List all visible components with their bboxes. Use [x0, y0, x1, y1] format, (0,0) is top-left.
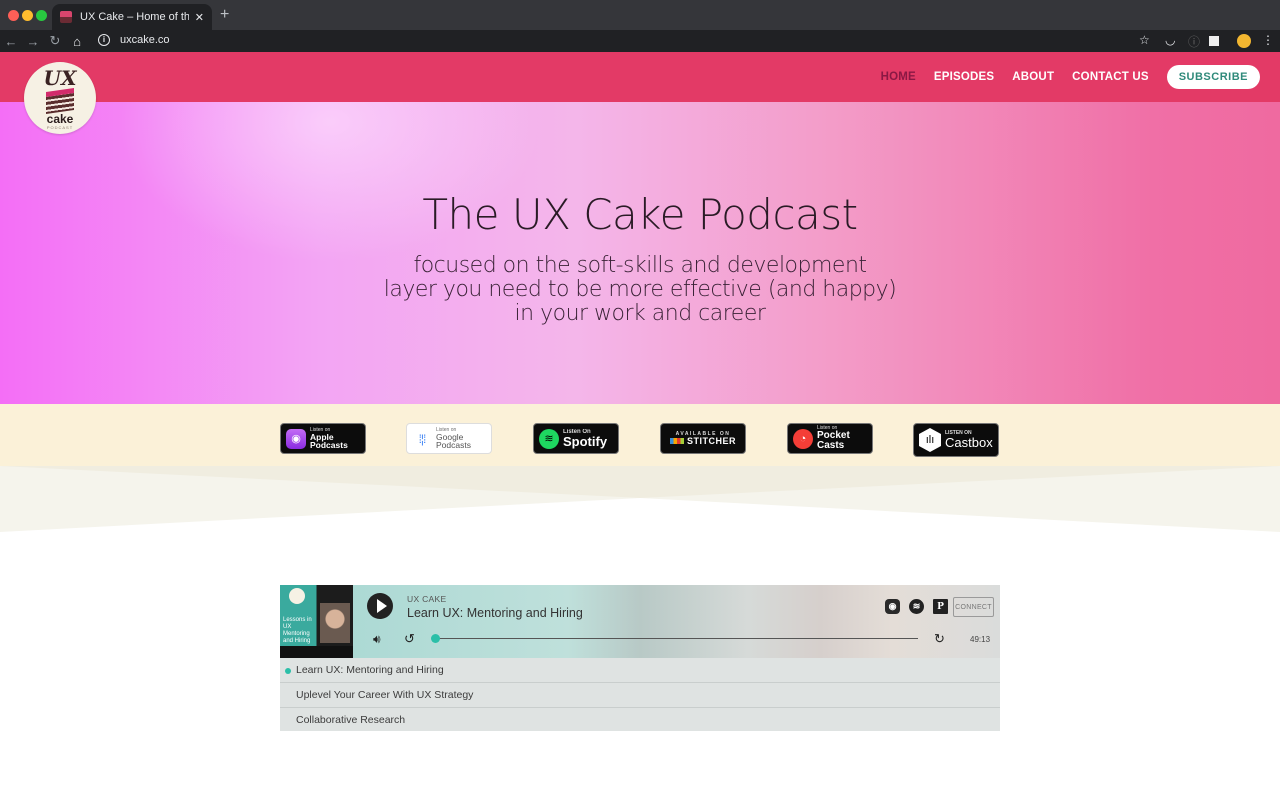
bookmark-star-icon[interactable]: ☆	[1139, 33, 1150, 47]
cover-caption-bar	[280, 646, 353, 658]
google-podcasts-icon: ⁞¦⁞	[418, 431, 427, 446]
hero: The UX Cake Podcast focused on the soft-…	[0, 102, 1280, 404]
main-nav: HOME EPISODES ABOUT CONTACT US SUBSCRIBE	[863, 65, 1260, 89]
cake-slice-icon	[46, 88, 74, 114]
now-playing-indicator	[285, 668, 291, 674]
cover-photo	[320, 603, 350, 643]
stitcher-badge[interactable]: AVAILABLE ON STITCHER	[660, 423, 746, 454]
logo-text-ux: UX	[43, 66, 77, 90]
stitcher-icon	[670, 438, 684, 444]
nav-episodes[interactable]: EPISODES	[934, 71, 994, 83]
hero-subtitle: focused on the soft-skills and developme…	[0, 254, 1280, 326]
badge-caption: Listen on	[310, 426, 331, 433]
nav-about[interactable]: ABOUT	[1012, 71, 1054, 83]
pocket-subscribe-icon[interactable]: P	[933, 599, 948, 614]
progress-handle[interactable]	[431, 634, 440, 643]
nav-home[interactable]: HOME	[881, 71, 916, 83]
home-icon[interactable]: ⌂	[66, 34, 88, 49]
listen-on-badges: ◉ Listen on Apple Podcasts ⁞¦⁞ Listen on G…	[0, 404, 1280, 466]
apple-podcasts-icon: ◉	[286, 428, 306, 449]
subscribe-button[interactable]: SUBSCRIBE	[1166, 65, 1260, 89]
nav-contact-us[interactable]: CONTACT US	[1072, 71, 1149, 83]
spotify-badge[interactable]: ≋ Listen On Spotify	[533, 423, 619, 454]
logo-text-cake: cake	[46, 112, 74, 126]
castbox-badge[interactable]: ılı LISTEN ON Castbox	[913, 423, 999, 457]
cake-favicon-icon	[60, 11, 72, 23]
badge-label: Google Podcasts	[436, 431, 471, 450]
badge-caption: Listen on	[436, 426, 457, 433]
info-extension-icon[interactable]: ⓘ	[1188, 33, 1200, 50]
site-logo[interactable]: UX cake PODCAST	[24, 62, 96, 134]
google-podcasts-badge[interactable]: ⁞¦⁞ Listen on Google Podcasts	[406, 423, 492, 454]
url-text[interactable]: uxcake.co	[120, 34, 170, 46]
badge-label: Apple Podcasts	[310, 431, 348, 450]
duration: 49:13	[970, 635, 991, 644]
podcast-player: Lessons in UX Mentoring and Hiring UX CA…	[280, 585, 1000, 658]
browser-toolbar: ← → ↻ ⌂ i uxcake.co ☆ ◡ ⓘ ⋮	[0, 30, 1280, 52]
playlist-item-title: Collaborative Research	[296, 713, 406, 726]
play-button[interactable]	[367, 593, 393, 619]
logo-text-podcast: PODCAST	[46, 125, 74, 130]
cover-text: Lessons in UX Mentoring and Hiring	[283, 617, 312, 644]
badge-caption: AVAILABLE ON	[675, 430, 731, 437]
back-icon[interactable]: ←	[0, 34, 22, 49]
rewind-icon[interactable]: ↺	[404, 631, 415, 647]
badge-caption: Listen on	[817, 425, 838, 431]
badge-caption: Listen On	[563, 429, 591, 435]
spotify-subscribe-icon[interactable]: ≋	[909, 599, 924, 614]
episode-title: Learn UX: Mentoring and Hiring	[407, 606, 583, 620]
castbox-icon: ılı	[919, 428, 941, 452]
browser-chrome: UX Cake – Home of the UX Cake Podcast ✕ …	[0, 0, 1280, 52]
badge-label: Pocket Casts	[817, 430, 850, 451]
minimize-window-button[interactable]	[22, 10, 33, 21]
pocket-casts-badge[interactable]: ◔ Listen on Pocket Casts	[787, 423, 873, 454]
badge-label: Spotify	[563, 434, 608, 449]
episode-playlist: Learn UX: Mentoring and Hiring Uplevel Y…	[280, 658, 1000, 731]
spotify-icon: ≋	[539, 428, 559, 449]
show-name: UX CAKE	[407, 594, 447, 604]
browser-tab[interactable]: UX Cake – Home of the UX Cake Podcast ✕	[52, 4, 212, 30]
episode-cover-art: Lessons in UX Mentoring and Hiring	[280, 585, 353, 658]
progress-bar[interactable]	[431, 634, 918, 643]
tab-strip: UX Cake – Home of the UX Cake Podcast ✕ …	[0, 0, 1280, 30]
playlist-item-title: Uplevel Your Career With UX Strategy	[296, 689, 474, 701]
forward-skip-icon[interactable]: ↻	[934, 631, 945, 647]
hero-subtitle-line: in your work and career	[514, 301, 766, 326]
badge-caption: LISTEN ON	[945, 430, 972, 436]
badge-label: STITCHER	[687, 435, 736, 446]
cover-logo	[289, 588, 305, 604]
reload-icon[interactable]: ↻	[44, 33, 66, 49]
hero-title: The UX Cake Podcast	[422, 190, 858, 239]
extension-icon[interactable]	[1209, 36, 1219, 46]
decorative-divider	[0, 466, 1280, 536]
tab-title: UX Cake – Home of the UX Cake Podcast	[80, 11, 189, 23]
maximize-window-button[interactable]	[36, 10, 47, 21]
playlist-item[interactable]: Learn UX: Mentoring and Hiring	[280, 658, 1000, 683]
forward-icon[interactable]: →	[22, 34, 44, 49]
connect-button[interactable]: CONNECT	[953, 597, 994, 617]
hero-subtitle-line: focused on the soft-skills and developme…	[413, 253, 867, 278]
address-bar[interactable]: i uxcake.co	[92, 30, 170, 50]
menu-kebab-icon[interactable]: ⋮	[1262, 33, 1274, 47]
badge-label: Castbox	[945, 435, 993, 450]
apple-podcasts-badge[interactable]: ◉ Listen on Apple Podcasts	[280, 423, 366, 454]
hero-subtitle-line: layer you need to be more effective (and…	[383, 277, 897, 302]
volume-icon[interactable]: 🔊︎	[373, 632, 381, 647]
new-tab-button[interactable]: +	[220, 6, 229, 24]
pocket-extension-icon[interactable]: ◡	[1165, 33, 1175, 47]
pocket-casts-icon: ◔	[793, 428, 813, 449]
playlist-item[interactable]: Uplevel Your Career With UX Strategy	[280, 683, 1000, 708]
playlist-item-title: Learn UX: Mentoring and Hiring	[296, 664, 444, 676]
profile-avatar[interactable]	[1237, 34, 1251, 48]
play-icon	[376, 599, 387, 613]
apple-podcasts-subscribe-icon[interactable]: ◉	[885, 599, 900, 614]
site-info-icon[interactable]: i	[98, 34, 110, 46]
close-tab-icon[interactable]: ✕	[195, 11, 204, 24]
close-window-button[interactable]	[8, 10, 19, 21]
playlist-item[interactable]: Collaborative Research	[280, 708, 1000, 731]
